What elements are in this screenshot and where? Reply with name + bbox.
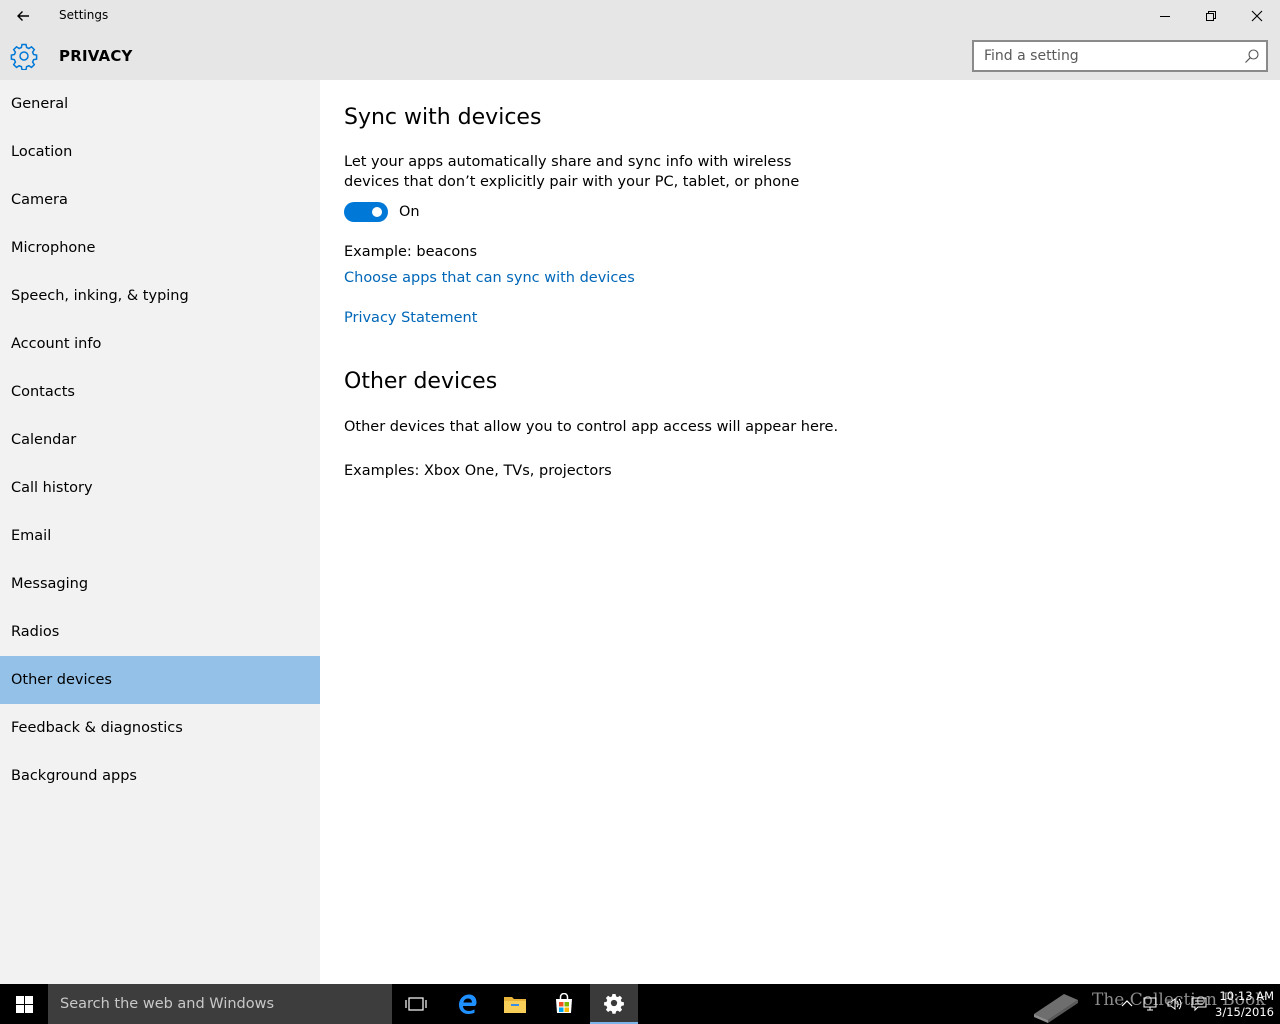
gear-icon	[604, 993, 624, 1014]
sync-description-line2: devices that don’t explicitly pair with …	[344, 174, 800, 190]
sidebar-item-account-info[interactable]: Account info	[0, 320, 320, 368]
sidebar-nav: General Location Camera Microphone Speec…	[0, 80, 320, 984]
example-text: Example: beacons	[344, 244, 477, 260]
edge-icon	[459, 994, 477, 1014]
restore-icon	[1206, 11, 1216, 21]
sidebar-item-camera[interactable]: Camera	[0, 176, 320, 224]
privacy-statement-link[interactable]: Privacy Statement	[344, 310, 477, 326]
sidebar-item-speech[interactable]: Speech, inking, & typing	[0, 272, 320, 320]
book-icon	[1034, 994, 1078, 1023]
minimize-button[interactable]	[1142, 0, 1188, 32]
task-view-icon	[405, 997, 427, 1011]
taskbar: The Collection Book 10:13 AM 3/15/2016	[0, 984, 1280, 1024]
sidebar-item-microphone[interactable]: Microphone	[0, 224, 320, 272]
sidebar-item-contacts[interactable]: Contacts	[0, 368, 320, 416]
sidebar-item-calendar[interactable]: Calendar	[0, 416, 320, 464]
other-devices-examples: Examples: Xbox One, TVs, projectors	[344, 463, 612, 479]
sync-toggle[interactable]	[344, 202, 388, 222]
settings-search-input[interactable]	[974, 42, 1236, 70]
sidebar-item-radios[interactable]: Radios	[0, 608, 320, 656]
sidebar-item-location[interactable]: Location	[0, 128, 320, 176]
search-icon[interactable]	[1244, 48, 1260, 64]
toggle-state-label: On	[399, 204, 420, 220]
volume-icon[interactable]	[1166, 995, 1184, 1013]
settings-taskbar-button[interactable]	[590, 984, 638, 1024]
minimize-icon	[1160, 16, 1170, 17]
sidebar-item-email[interactable]: Email	[0, 512, 320, 560]
clock-date: 3/15/2016	[1215, 1005, 1274, 1019]
gear-icon	[10, 43, 38, 70]
network-icon[interactable]	[1142, 995, 1160, 1013]
sidebar-item-feedback[interactable]: Feedback & diagnostics	[0, 704, 320, 752]
other-devices-description: Other devices that allow you to control …	[344, 419, 839, 435]
taskbar-search-input[interactable]	[48, 984, 392, 1024]
sync-description-line1: Let your apps automatically share and sy…	[344, 154, 792, 170]
task-view-button[interactable]	[392, 984, 440, 1024]
taskbar-search-box[interactable]	[48, 984, 392, 1024]
back-button[interactable]	[0, 0, 46, 32]
settings-search-box[interactable]	[972, 40, 1268, 72]
store-icon	[556, 993, 572, 1013]
sidebar-item-general[interactable]: General	[0, 80, 320, 128]
edge-browser-button[interactable]	[443, 984, 491, 1024]
close-button[interactable]	[1234, 0, 1280, 32]
choose-apps-link[interactable]: Choose apps that can sync with devices	[344, 270, 635, 286]
store-button[interactable]	[540, 984, 588, 1024]
content-pane: Sync with devices Let your apps automati…	[320, 80, 1280, 984]
title-bar: Settings	[0, 0, 1280, 32]
taskbar-clock[interactable]: 10:13 AM 3/15/2016	[1208, 988, 1274, 1020]
sync-heading: Sync with devices	[344, 105, 542, 130]
back-arrow-icon	[17, 11, 29, 21]
sidebar-item-call-history[interactable]: Call history	[0, 464, 320, 512]
close-icon	[1251, 10, 1263, 22]
start-button[interactable]	[0, 984, 48, 1024]
clock-time: 10:13 AM	[1219, 989, 1274, 1003]
sidebar-item-background-apps[interactable]: Background apps	[0, 752, 320, 800]
sidebar-item-messaging[interactable]: Messaging	[0, 560, 320, 608]
windows-logo-icon	[15, 995, 33, 1013]
sidebar-item-other-devices[interactable]: Other devices	[0, 656, 320, 704]
folder-icon	[504, 997, 526, 1013]
other-devices-heading: Other devices	[344, 369, 498, 394]
chevron-up-icon[interactable]	[1118, 995, 1136, 1013]
action-center-icon[interactable]	[1190, 995, 1208, 1013]
file-explorer-button[interactable]	[491, 984, 539, 1024]
settings-header: PRIVACY	[0, 32, 1280, 80]
window-title: Settings	[59, 8, 109, 22]
page-title: PRIVACY	[59, 47, 133, 65]
toggle-knob	[372, 207, 382, 217]
restore-button[interactable]	[1188, 0, 1234, 32]
